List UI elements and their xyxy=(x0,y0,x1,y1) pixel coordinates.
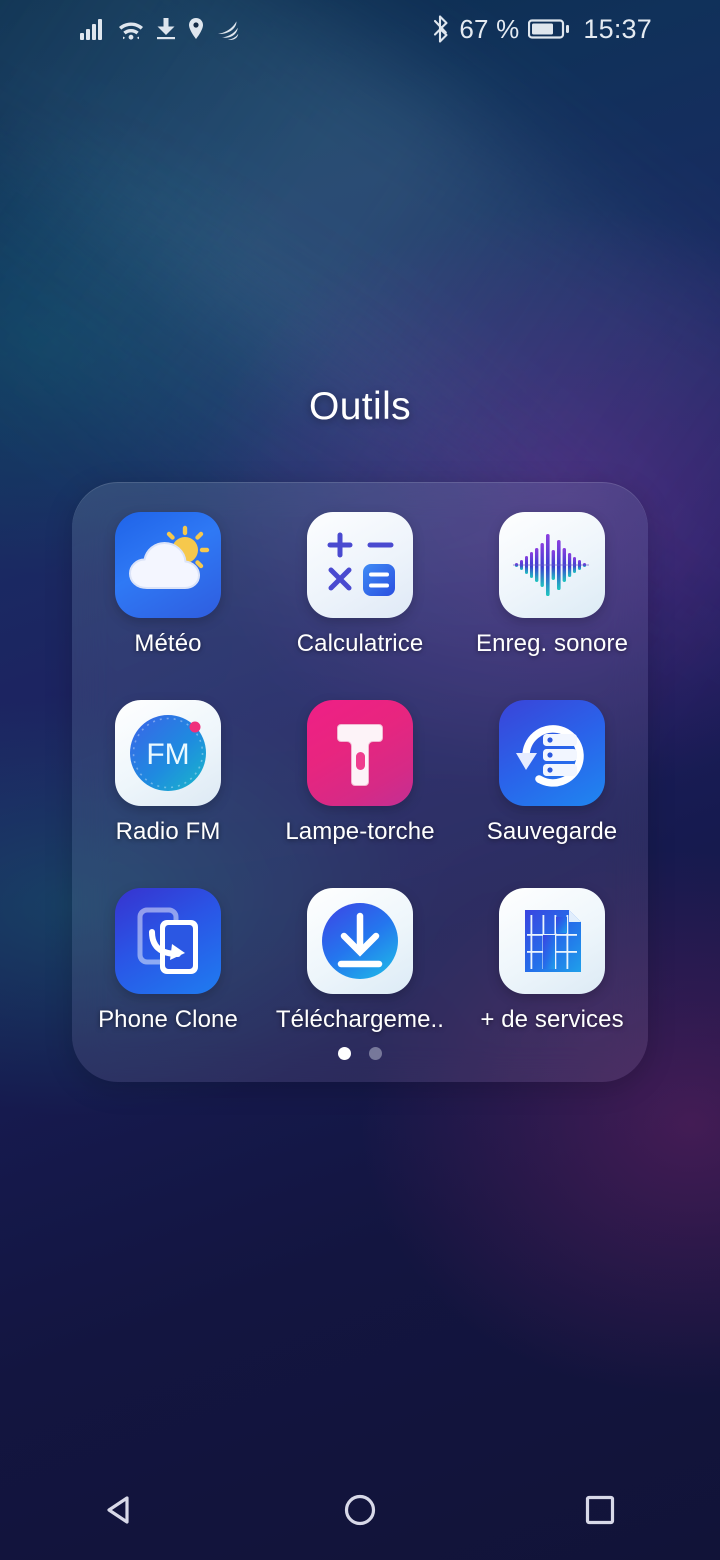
app-label: Enreg. sonore xyxy=(475,630,629,657)
app-item-sauvegarde[interactable]: Sauvegarde xyxy=(456,690,648,878)
app-item-phone-clone[interactable]: Phone Clone xyxy=(72,878,264,1066)
recents-square-icon xyxy=(580,1490,620,1535)
status-bar-left-icons xyxy=(80,17,242,41)
navigation-bar xyxy=(0,1464,720,1560)
flashlight-icon[interactable] xyxy=(307,700,413,806)
app-label: + de services xyxy=(480,1006,624,1033)
battery-icon xyxy=(528,17,570,41)
home-circle-icon xyxy=(340,1490,380,1535)
app-item-meteo[interactable]: Météo xyxy=(72,502,264,690)
folder-panel: Météo Calculatrice Enreg. sonore FM Radi… xyxy=(72,482,648,1082)
app-label: Phone Clone xyxy=(98,1006,238,1033)
weather-icon[interactable] xyxy=(115,512,221,618)
app-label: Calculatrice xyxy=(296,630,424,657)
app-item-telechargements[interactable]: Téléchargeme.. xyxy=(264,878,456,1066)
bluetooth-icon xyxy=(432,15,450,43)
app-label: Sauvegarde xyxy=(486,818,618,845)
more-services-icon[interactable] xyxy=(499,888,605,994)
page-indicator xyxy=(72,1047,648,1060)
app-item-calculatrice[interactable]: Calculatrice xyxy=(264,502,456,690)
app-item-lampe-torche[interactable]: Lampe-torche xyxy=(264,690,456,878)
phone-screen: 67 % 15:37 Outils Météo Calculatrice Enr… xyxy=(0,0,720,1560)
downloads-icon[interactable] xyxy=(307,888,413,994)
app-item-radio-fm[interactable]: FM Radio FM xyxy=(72,690,264,878)
app-grid: Météo Calculatrice Enreg. sonore FM Radi… xyxy=(72,502,648,1066)
download-icon xyxy=(156,17,176,41)
backup-icon[interactable] xyxy=(499,700,605,806)
app-label: Téléchargeme.. xyxy=(275,1006,445,1033)
folder-title: Outils xyxy=(308,385,412,428)
app-item-more-services[interactable]: + de services xyxy=(456,878,648,1066)
home-button[interactable] xyxy=(300,1464,420,1560)
svg-text:FM: FM xyxy=(146,738,189,771)
sound-recorder-icon[interactable] xyxy=(499,512,605,618)
recents-button[interactable] xyxy=(540,1464,660,1560)
status-bar-clock: 15:37 xyxy=(583,13,652,44)
signal-bars-icon xyxy=(80,17,106,41)
calculator-icon[interactable] xyxy=(307,512,413,618)
back-triangle-icon xyxy=(100,1490,140,1535)
back-button[interactable] xyxy=(60,1464,180,1560)
status-bar: 67 % 15:37 xyxy=(0,0,720,58)
status-bar-right-icons: 67 % 15:37 xyxy=(432,14,652,45)
phone-clone-icon[interactable] xyxy=(115,888,221,994)
page-dot-active[interactable] xyxy=(338,1047,351,1060)
page-dot[interactable] xyxy=(369,1047,382,1060)
location-icon xyxy=(187,17,205,41)
app-label: Lampe-torche xyxy=(285,818,435,845)
fm-radio-icon[interactable]: FM xyxy=(115,700,221,806)
app-label: Radio FM xyxy=(115,818,221,845)
wifi-icon xyxy=(117,17,145,41)
app-label: Météo xyxy=(134,630,202,657)
battery-percent-label: 67 % xyxy=(459,13,520,44)
nfc-swoosh-icon xyxy=(216,17,242,41)
app-item-enreg-sonore[interactable]: Enreg. sonore xyxy=(456,502,648,690)
